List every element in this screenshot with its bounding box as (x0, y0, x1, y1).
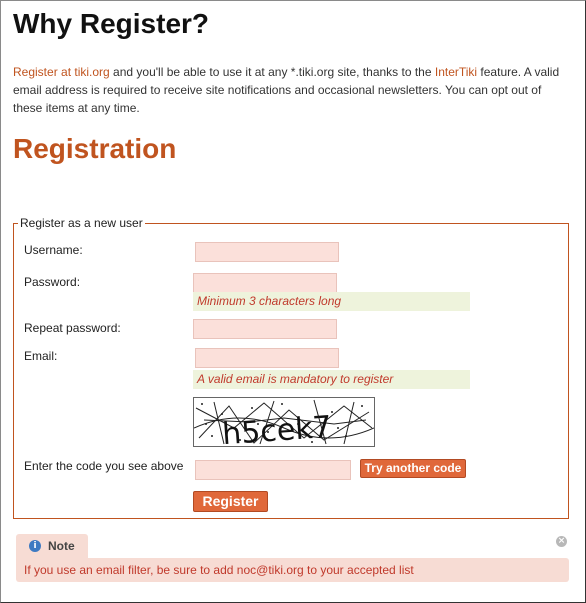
intro-text-1: and you'll be able to use it at any *.ti… (109, 65, 435, 79)
info-icon: i (29, 540, 41, 552)
intertiki-link[interactable]: InterTiki (435, 65, 477, 79)
captcha-text: h5cek7 (221, 410, 333, 446)
username-label: Username: (24, 243, 83, 257)
username-input[interactable] (195, 242, 339, 262)
fieldset-legend: Register as a new user (18, 216, 145, 230)
email-label: Email: (24, 349, 58, 363)
captcha-noise: h5cek7 (193, 399, 375, 452)
password-label: Password: (24, 275, 81, 289)
note-title: Note (48, 539, 75, 553)
email-hint: A valid email is mandatory to register (193, 370, 470, 389)
email-input[interactable] (195, 348, 339, 368)
close-icon[interactable]: × (556, 536, 567, 547)
repeat-password-label: Repeat password: (24, 321, 121, 335)
register-button[interactable]: Register (193, 491, 268, 512)
password-hint: Minimum 3 characters long (193, 292, 470, 311)
captcha-image: h5cek7 (193, 397, 375, 452)
note-message: If you use an email filter, be sure to a… (16, 558, 569, 582)
captcha-input[interactable] (195, 460, 351, 480)
try-another-code-button[interactable]: Try another code (360, 459, 466, 478)
intro-paragraph: Register at tiki.org and you'll be able … (13, 63, 569, 117)
repeat-password-input[interactable] (193, 319, 337, 339)
register-link[interactable]: Register at tiki.org (13, 65, 110, 79)
captcha-label: Enter the code you see above (24, 459, 184, 473)
registration-heading: Registration (13, 133, 177, 164)
password-input[interactable] (193, 273, 337, 293)
note-tab: i Note (16, 534, 88, 558)
page-title: Why Register? (13, 8, 210, 39)
